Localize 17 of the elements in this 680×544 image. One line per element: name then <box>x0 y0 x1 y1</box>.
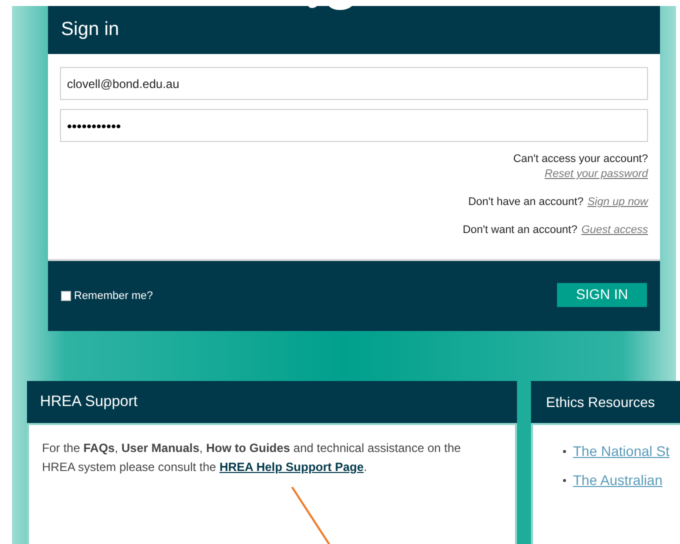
support-title: HREA Support <box>40 392 138 412</box>
signin-button[interactable]: SIGN IN <box>557 282 647 306</box>
ethics-title: Ethics Resources <box>546 392 655 412</box>
help-prompt: Can't access your account? <box>513 152 648 167</box>
email-field[interactable]: clovell@bond.edu.au <box>60 67 648 100</box>
password-field[interactable]: ••••••••••• <box>60 109 648 142</box>
resource-link[interactable]: The National St <box>573 441 670 462</box>
help-prompt: Don't want an account? <box>462 223 578 238</box>
resource-link[interactable]: The Australian <box>573 470 662 491</box>
help-prompt: Don't have an account? <box>468 195 584 210</box>
help-link[interactable]: Reset your password <box>544 167 648 182</box>
help-support-link[interactable]: HREA Help Support Page <box>219 460 364 474</box>
help-link[interactable]: Guest access <box>581 223 648 238</box>
help-link[interactable]: Sign up now <box>587 195 648 210</box>
remember-label: Remember me? <box>74 288 153 304</box>
signin-title: Sign in <box>61 18 120 42</box>
support-paragraph: For the FAQs, User Manuals, How to Guides and technical assistance on the HREA system please consult the HREA Help Support Page. <box>42 440 462 476</box>
